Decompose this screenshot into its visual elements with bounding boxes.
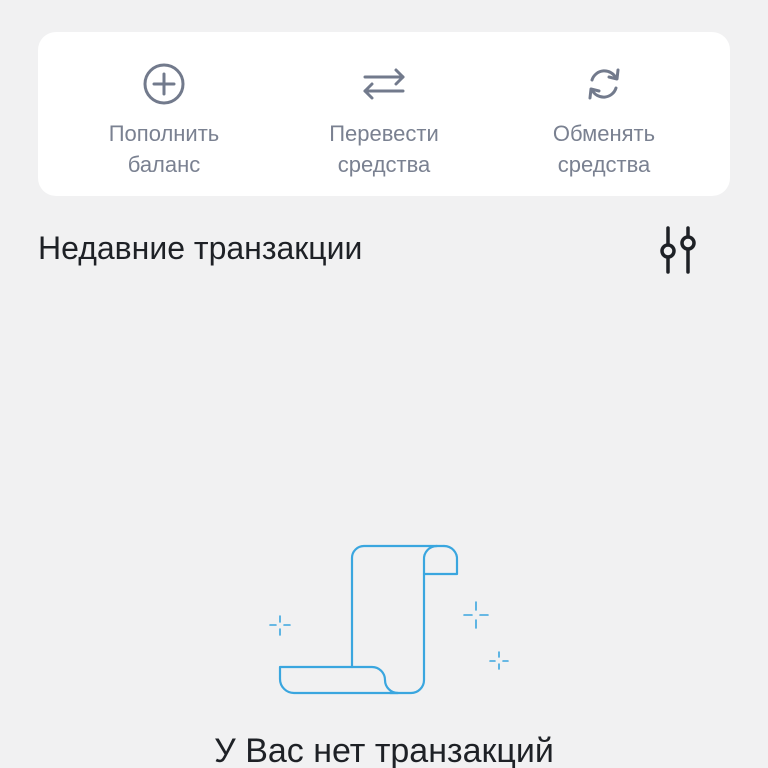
recent-transactions-title: Недавние транзакции bbox=[38, 230, 363, 266]
exchange-refresh-icon bbox=[582, 62, 626, 106]
transfer-arrows-icon bbox=[362, 62, 406, 106]
exchange-funds-button[interactable]: Обменять средства bbox=[504, 32, 704, 196]
top-up-balance-button[interactable]: Пополнить баланс bbox=[64, 32, 264, 196]
transfer-funds-label: Перевести средства bbox=[329, 121, 439, 177]
top-up-balance-label: Пополнить баланс bbox=[108, 121, 220, 177]
plus-circle-icon bbox=[142, 62, 186, 106]
exchange-funds-label: Обменять средства bbox=[552, 121, 656, 177]
filter-sliders-icon[interactable] bbox=[654, 222, 704, 278]
receipt-scroll-icon bbox=[262, 536, 518, 706]
quick-actions-card: Пополнить баланс Перевести средства Обме… bbox=[38, 32, 730, 196]
empty-state-message: У Вас нет транзакций bbox=[214, 732, 554, 768]
wallet-screen: Пополнить баланс Перевести средства Обме… bbox=[0, 0, 768, 768]
transfer-funds-button[interactable]: Перевести средства bbox=[284, 32, 484, 196]
